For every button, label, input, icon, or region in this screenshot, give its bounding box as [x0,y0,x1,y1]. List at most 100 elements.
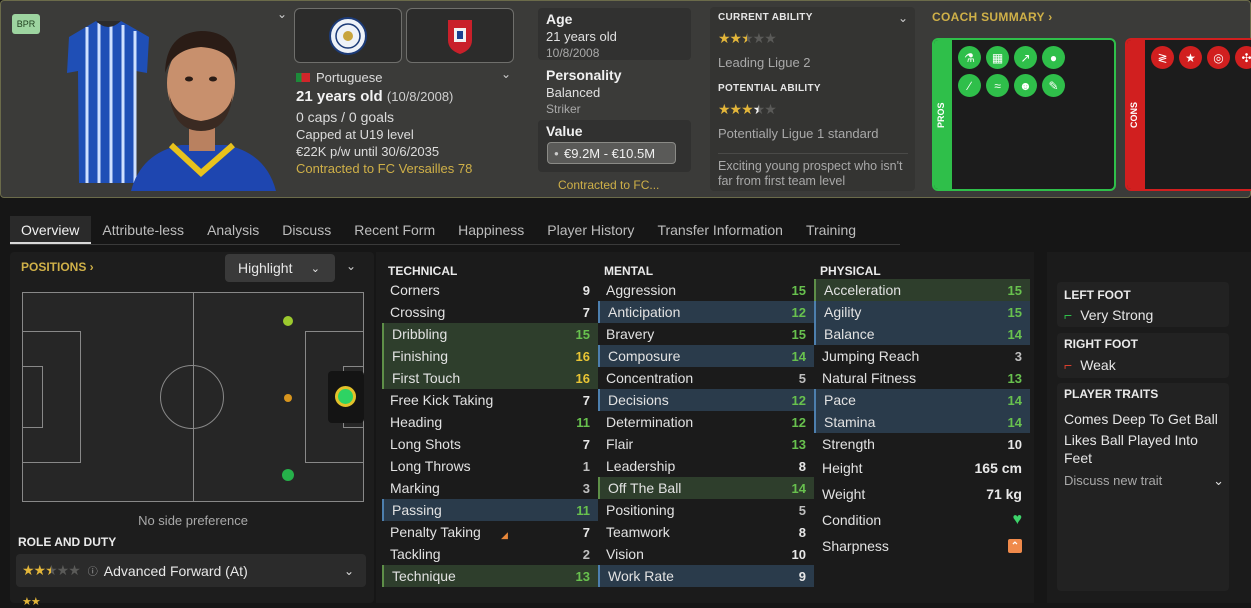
discuss-trait-dropdown[interactable]: Discuss new trait ⌄ [1064,473,1224,489]
attribute-row-leadership[interactable]: Leadership 8 [598,455,814,477]
attribute-row-finishing[interactable]: Finishing 16 [382,345,598,367]
position-dot-amc-l[interactable] [283,316,293,326]
tab-analysis[interactable]: Analysis [196,216,271,244]
chevron-down-icon[interactable]: ⌄ [501,67,511,81]
role-dropdown[interactable]: ★★★★★ ⓘ Advanced Forward (At) ⌄ [16,554,366,587]
attribute-value: 15 [791,282,806,298]
star-icon[interactable]: ★ [1179,46,1202,69]
position-dot-amc[interactable] [284,394,292,402]
attribute-row-marking[interactable]: Marking 3 [382,477,598,499]
coach-summary-link[interactable]: COACH SUMMARY › [932,10,1053,24]
attribute-row-aggression[interactable]: Aggression 15 [598,279,814,301]
attribute-row-acceleration[interactable]: Acceleration 15 [814,279,1030,301]
attribute-row-composure[interactable]: Composure 14 [598,345,814,367]
grid-icon[interactable]: ▦ [986,46,1009,69]
arrows-icon[interactable]: ✣ [1235,46,1251,69]
physical-rows: Acceleration 15 Agility 15 Balance 14 Jumping … [814,279,1030,455]
spring-icon[interactable]: ≷ [1151,46,1174,69]
condition-label: Condition [822,512,882,528]
attribute-row-strength[interactable]: Strength 10 [814,433,1030,455]
position-pitch[interactable] [22,292,364,502]
contracted-short[interactable]: Contracted to FC... [558,178,659,192]
attribute-row-determination[interactable]: Determination 12 [598,411,814,433]
attribute-row-dribbling[interactable]: Dribbling 15 [382,323,598,345]
attribute-value: 7 [582,436,590,452]
bandage-icon[interactable]: ∕ [958,74,981,97]
attribute-row-agility[interactable]: Agility 15 [814,301,1030,323]
attribute-row-technique[interactable]: Technique 13 [382,565,598,587]
attribute-name: Finishing [392,348,449,364]
attribute-row-penalty-taking[interactable]: Penalty Taking 7 [382,521,598,543]
attribute-row-balance[interactable]: Balance 14 [814,323,1030,345]
boots-icon[interactable]: ≈ [986,74,1009,97]
attribute-row-heading[interactable]: Heading 11 [382,411,598,433]
tab-divider [10,244,900,245]
attribute-row-passing[interactable]: Passing 11 [382,499,598,521]
attribute-row-flair[interactable]: Flair 13 [598,433,814,455]
attribute-value: 8 [798,458,806,474]
highlight-dropdown[interactable]: Highlight ⌄ [225,254,335,282]
attribute-row-anticipation[interactable]: Anticipation 12 [598,301,814,323]
trend-up-icon[interactable]: ↗ [1014,46,1037,69]
trait-1[interactable]: Comes Deep To Get Ball [1064,410,1226,428]
contracted-to-link[interactable]: Contracted to FC Versailles 78 [296,161,472,176]
attribute-name: Agility [824,304,862,320]
brain-icon[interactable]: ● [1042,46,1065,69]
head-icon[interactable]: ☻ [1014,74,1037,97]
discuss-trait-label: Discuss new trait [1064,473,1163,488]
tab-recent-form[interactable]: Recent Form [343,216,447,244]
attribute-row-teamwork[interactable]: Teamwork 8 [598,521,814,543]
attribute-value: 3 [582,480,590,496]
tab-training[interactable]: Training [795,216,868,244]
trait-2[interactable]: Likes Ball Played Into Feet [1064,431,1226,467]
pros-box: PROS ⚗ ▦ ↗ ● ∕ ≈ ☻ ✎ [932,38,1116,191]
position-dot-st[interactable] [328,371,364,423]
role-stars: ★★★★★ [22,562,81,578]
age-text: 21 years old [296,88,383,105]
description: Exciting young prospect who isn't far fr… [718,159,903,188]
tab-player-history[interactable]: Player History [536,216,646,244]
attribute-row-crossing[interactable]: Crossing 7 [382,301,598,323]
attribute-row-free-kick-taking[interactable]: Free Kick Taking 7 [382,389,598,411]
attribute-row-positioning[interactable]: Positioning 5 [598,499,814,521]
tab-discuss[interactable]: Discuss [271,216,343,244]
chevron-down-icon[interactable]: ⌄ [346,259,356,273]
attribute-row-off-the-ball[interactable]: Off The Ball 14 [598,477,814,499]
position-dot-am-r[interactable] [282,469,294,481]
clipboard-icon[interactable]: ✎ [1042,74,1065,97]
attribute-row-pace[interactable]: Pace 14 [814,389,1030,411]
age-dob: 10/8/2008 [546,46,600,60]
tab-transfer-information[interactable]: Transfer Information [646,216,795,244]
target-icon[interactable]: ◎ [1207,46,1230,69]
tab-overview[interactable]: Overview [10,216,92,244]
attribute-row-bravery[interactable]: Bravery 15 [598,323,814,345]
info-icon: ● [554,148,559,158]
attribute-name: Natural Fitness [822,370,917,386]
positions-link[interactable]: POSITIONS › [21,260,94,274]
attribute-row-long-shots[interactable]: Long Shots 7 [382,433,598,455]
attribute-value: 14 [791,480,806,496]
tab-attribute-less[interactable]: Attribute-less [91,216,196,244]
attribute-row-jumping-reach[interactable]: Jumping Reach 3 [814,345,1030,367]
attribute-row-concentration[interactable]: Concentration 5 [598,367,814,389]
attribute-row-vision[interactable]: Vision 10 [598,543,814,565]
attribute-value: 15 [575,326,590,342]
attribute-row-stamina[interactable]: Stamina 14 [814,411,1030,433]
attribute-row-corners[interactable]: Corners 9 [382,279,598,301]
attribute-row-decisions[interactable]: Decisions 12 [598,389,814,411]
attribute-row-natural-fitness[interactable]: Natural Fitness 13 [814,367,1030,389]
attribute-row-tackling[interactable]: Tackling 2 [382,543,598,565]
attribute-row-first-touch[interactable]: First Touch 16 [382,367,598,389]
chevron-down-icon[interactable]: ⌄ [277,7,287,21]
attribute-name: First Touch [392,370,461,386]
club-crest[interactable] [294,8,402,63]
nationality-row: Portuguese [296,70,383,85]
attribute-row-work-rate[interactable]: Work Rate 9 [598,565,814,587]
attribute-row-long-throws[interactable]: Long Throws 1 [382,455,598,477]
value-range-pill[interactable]: ● €9.2M - €10.5M [547,142,676,164]
flask-icon[interactable]: ⚗ [958,46,981,69]
chevron-down-icon[interactable]: ⌄ [898,11,908,25]
national-team-crest[interactable] [406,8,514,63]
position-value: Striker [546,102,581,116]
tab-happiness[interactable]: Happiness [447,216,536,244]
